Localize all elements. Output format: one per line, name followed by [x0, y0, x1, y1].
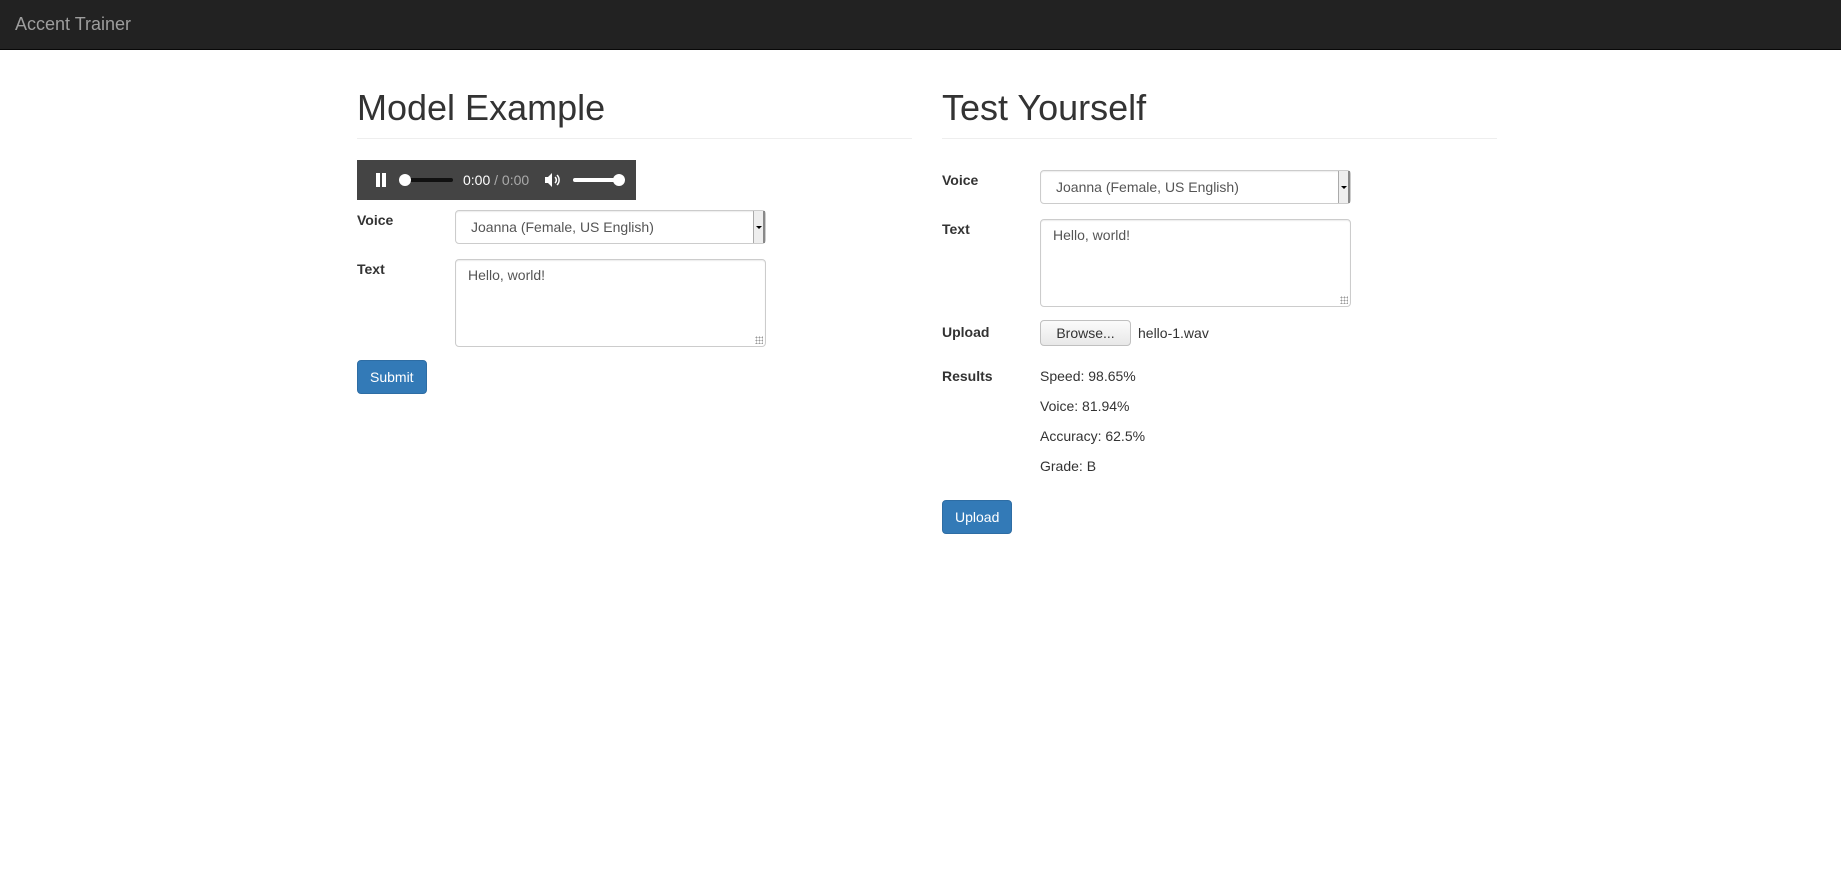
file-name: hello-1.wav	[1138, 325, 1209, 341]
voice-label: Voice	[942, 172, 979, 188]
model-voice-value: Joanna (Female, US English)	[471, 219, 654, 235]
current-time: 0:00	[463, 172, 491, 188]
audio-player: 0:00 / 0:00	[357, 160, 636, 200]
resize-grip-icon[interactable]	[755, 336, 763, 344]
voice-label: Voice	[357, 212, 394, 228]
result-speed: Speed: 98.65%	[1040, 368, 1136, 384]
model-voice-select[interactable]: Joanna (Female, US English)	[455, 210, 766, 244]
seek-slider[interactable]	[399, 174, 453, 186]
seek-knob[interactable]	[399, 174, 411, 186]
test-header: Test Yourself	[942, 88, 1497, 139]
chevron-down-icon[interactable]	[1338, 171, 1350, 203]
result-grade: Grade: B	[1040, 458, 1097, 474]
navbar: Accent Trainer	[0, 0, 1841, 50]
model-example-section: Model Example 0:00 / 0:00 Voice Joanna (…	[357, 50, 912, 394]
resize-grip-icon[interactable]	[1340, 296, 1348, 304]
results-label: Results	[942, 368, 993, 384]
brand-link[interactable]: Accent Trainer	[15, 14, 131, 34]
test-yourself-section: Test Yourself Voice Joanna (Female, US E…	[942, 50, 1497, 534]
volume-knob[interactable]	[613, 174, 625, 186]
model-text-value: Hello, world!	[468, 267, 546, 283]
duration: 0:00	[501, 172, 530, 188]
test-title: Test Yourself	[942, 87, 1147, 128]
test-voice-value: Joanna (Female, US English)	[1056, 179, 1239, 195]
time-display: 0:00 / 0:00	[463, 172, 529, 188]
time-separator: /	[490, 172, 502, 188]
text-label: Text	[942, 221, 970, 237]
test-text-input[interactable]: Hello, world!	[1040, 219, 1351, 307]
pause-icon[interactable]	[375, 173, 387, 187]
model-title: Model Example	[357, 87, 606, 128]
browse-button[interactable]: Browse...	[1040, 320, 1131, 346]
result-accuracy: Accuracy: 62.5%	[1040, 428, 1146, 444]
upload-label: Upload	[942, 324, 990, 340]
text-label: Text	[357, 261, 385, 277]
test-text-value: Hello, world!	[1053, 227, 1131, 243]
chevron-down-icon[interactable]	[753, 211, 765, 243]
volume-slider[interactable]	[573, 174, 625, 186]
upload-button[interactable]: Upload	[942, 500, 1013, 534]
submit-button[interactable]: Submit	[357, 360, 427, 394]
volume-icon[interactable]	[544, 172, 562, 188]
model-header: Model Example	[357, 88, 912, 139]
test-voice-select[interactable]: Joanna (Female, US English)	[1040, 170, 1351, 204]
result-voice: Voice: 81.94%	[1040, 398, 1130, 414]
model-text-input[interactable]: Hello, world!	[455, 259, 766, 347]
